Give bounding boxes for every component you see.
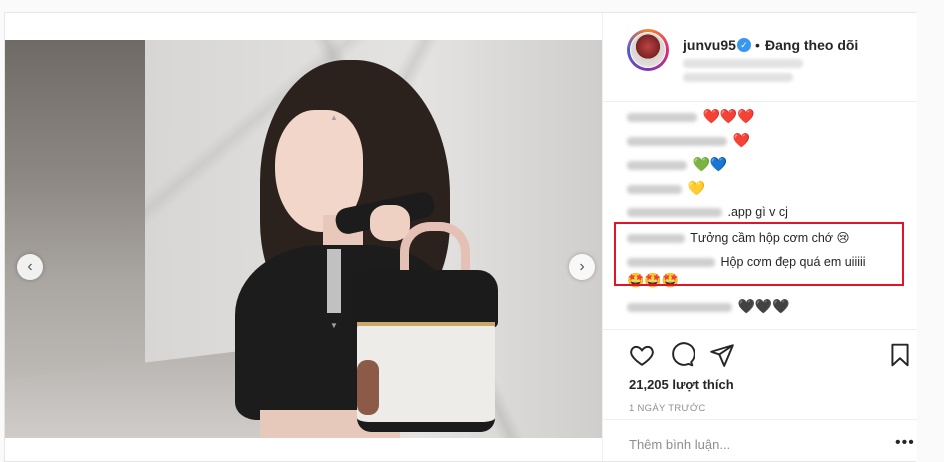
photo-hand	[370, 205, 410, 241]
photo-bag-charm	[357, 360, 379, 415]
comment-item: ❤️❤️❤️	[627, 106, 755, 126]
scroll-up-arrow-icon[interactable]: ▲	[327, 113, 341, 125]
post-photo[interactable]: ‹ ›	[5, 40, 602, 438]
verified-icon: ✓	[737, 38, 751, 52]
more-options-icon[interactable]: •••	[895, 434, 915, 452]
follow-separator: •	[755, 37, 760, 53]
comment-emoji: ❤️❤️❤️	[702, 108, 755, 124]
blurred-username	[627, 303, 732, 313]
add-comment-area: Thêm bình luận... •••	[603, 419, 917, 462]
blurred-username	[627, 137, 727, 147]
comment-item: .app gì v cj	[627, 202, 788, 222]
comment-item: ❤️	[627, 130, 750, 150]
blurred-location-line	[683, 59, 803, 68]
carousel-next-button[interactable]: ›	[569, 254, 595, 280]
highlight-box	[614, 222, 904, 286]
comment-text: .app gì v cj	[727, 205, 788, 219]
comment-icon[interactable]	[669, 342, 695, 368]
share-icon[interactable]	[709, 342, 735, 368]
comment-item: 🖤🖤🖤	[627, 296, 790, 316]
scrollbar-thumb[interactable]	[327, 249, 341, 313]
comment-item: 💚💙	[627, 154, 727, 174]
post-header: junvu95 ✓ • Đang theo dõi	[603, 13, 917, 102]
comment-emoji: 💚💙	[692, 156, 728, 172]
comment-list[interactable]: ❤️❤️❤️ ❤️ 💚💙 💛 .app gì v cj Tưởng cầm hộ…	[603, 102, 917, 328]
carousel-prev-button[interactable]: ‹	[17, 254, 43, 280]
comment-emoji: 🖤🖤🖤	[737, 298, 790, 314]
avatar[interactable]	[627, 29, 669, 71]
add-comment-input[interactable]: Thêm bình luận...	[629, 437, 730, 452]
photo-bag-lid	[353, 270, 498, 328]
heart-icon[interactable]	[629, 342, 655, 368]
blurred-username	[627, 185, 682, 195]
blurred-username	[627, 113, 697, 123]
following-button[interactable]: Đang theo dõi	[765, 37, 858, 53]
blurred-username	[627, 161, 687, 171]
comment-item: 💛	[627, 178, 705, 198]
post-timestamp[interactable]: 1 NGÀY TRƯỚC	[629, 403, 706, 414]
comment-emoji: 💛	[687, 180, 705, 196]
photo-bag-zipper	[357, 322, 495, 326]
comment-emoji: ❤️	[732, 132, 750, 148]
blurred-location-line	[683, 73, 793, 82]
blurred-username	[627, 208, 722, 218]
bookmark-icon[interactable]	[887, 342, 913, 368]
username-link[interactable]: junvu95	[683, 37, 736, 53]
likes-count[interactable]: 21,205 lượt thích	[629, 377, 734, 392]
scroll-down-arrow-icon[interactable]: ▼	[327, 321, 341, 333]
action-bar	[603, 329, 917, 370]
